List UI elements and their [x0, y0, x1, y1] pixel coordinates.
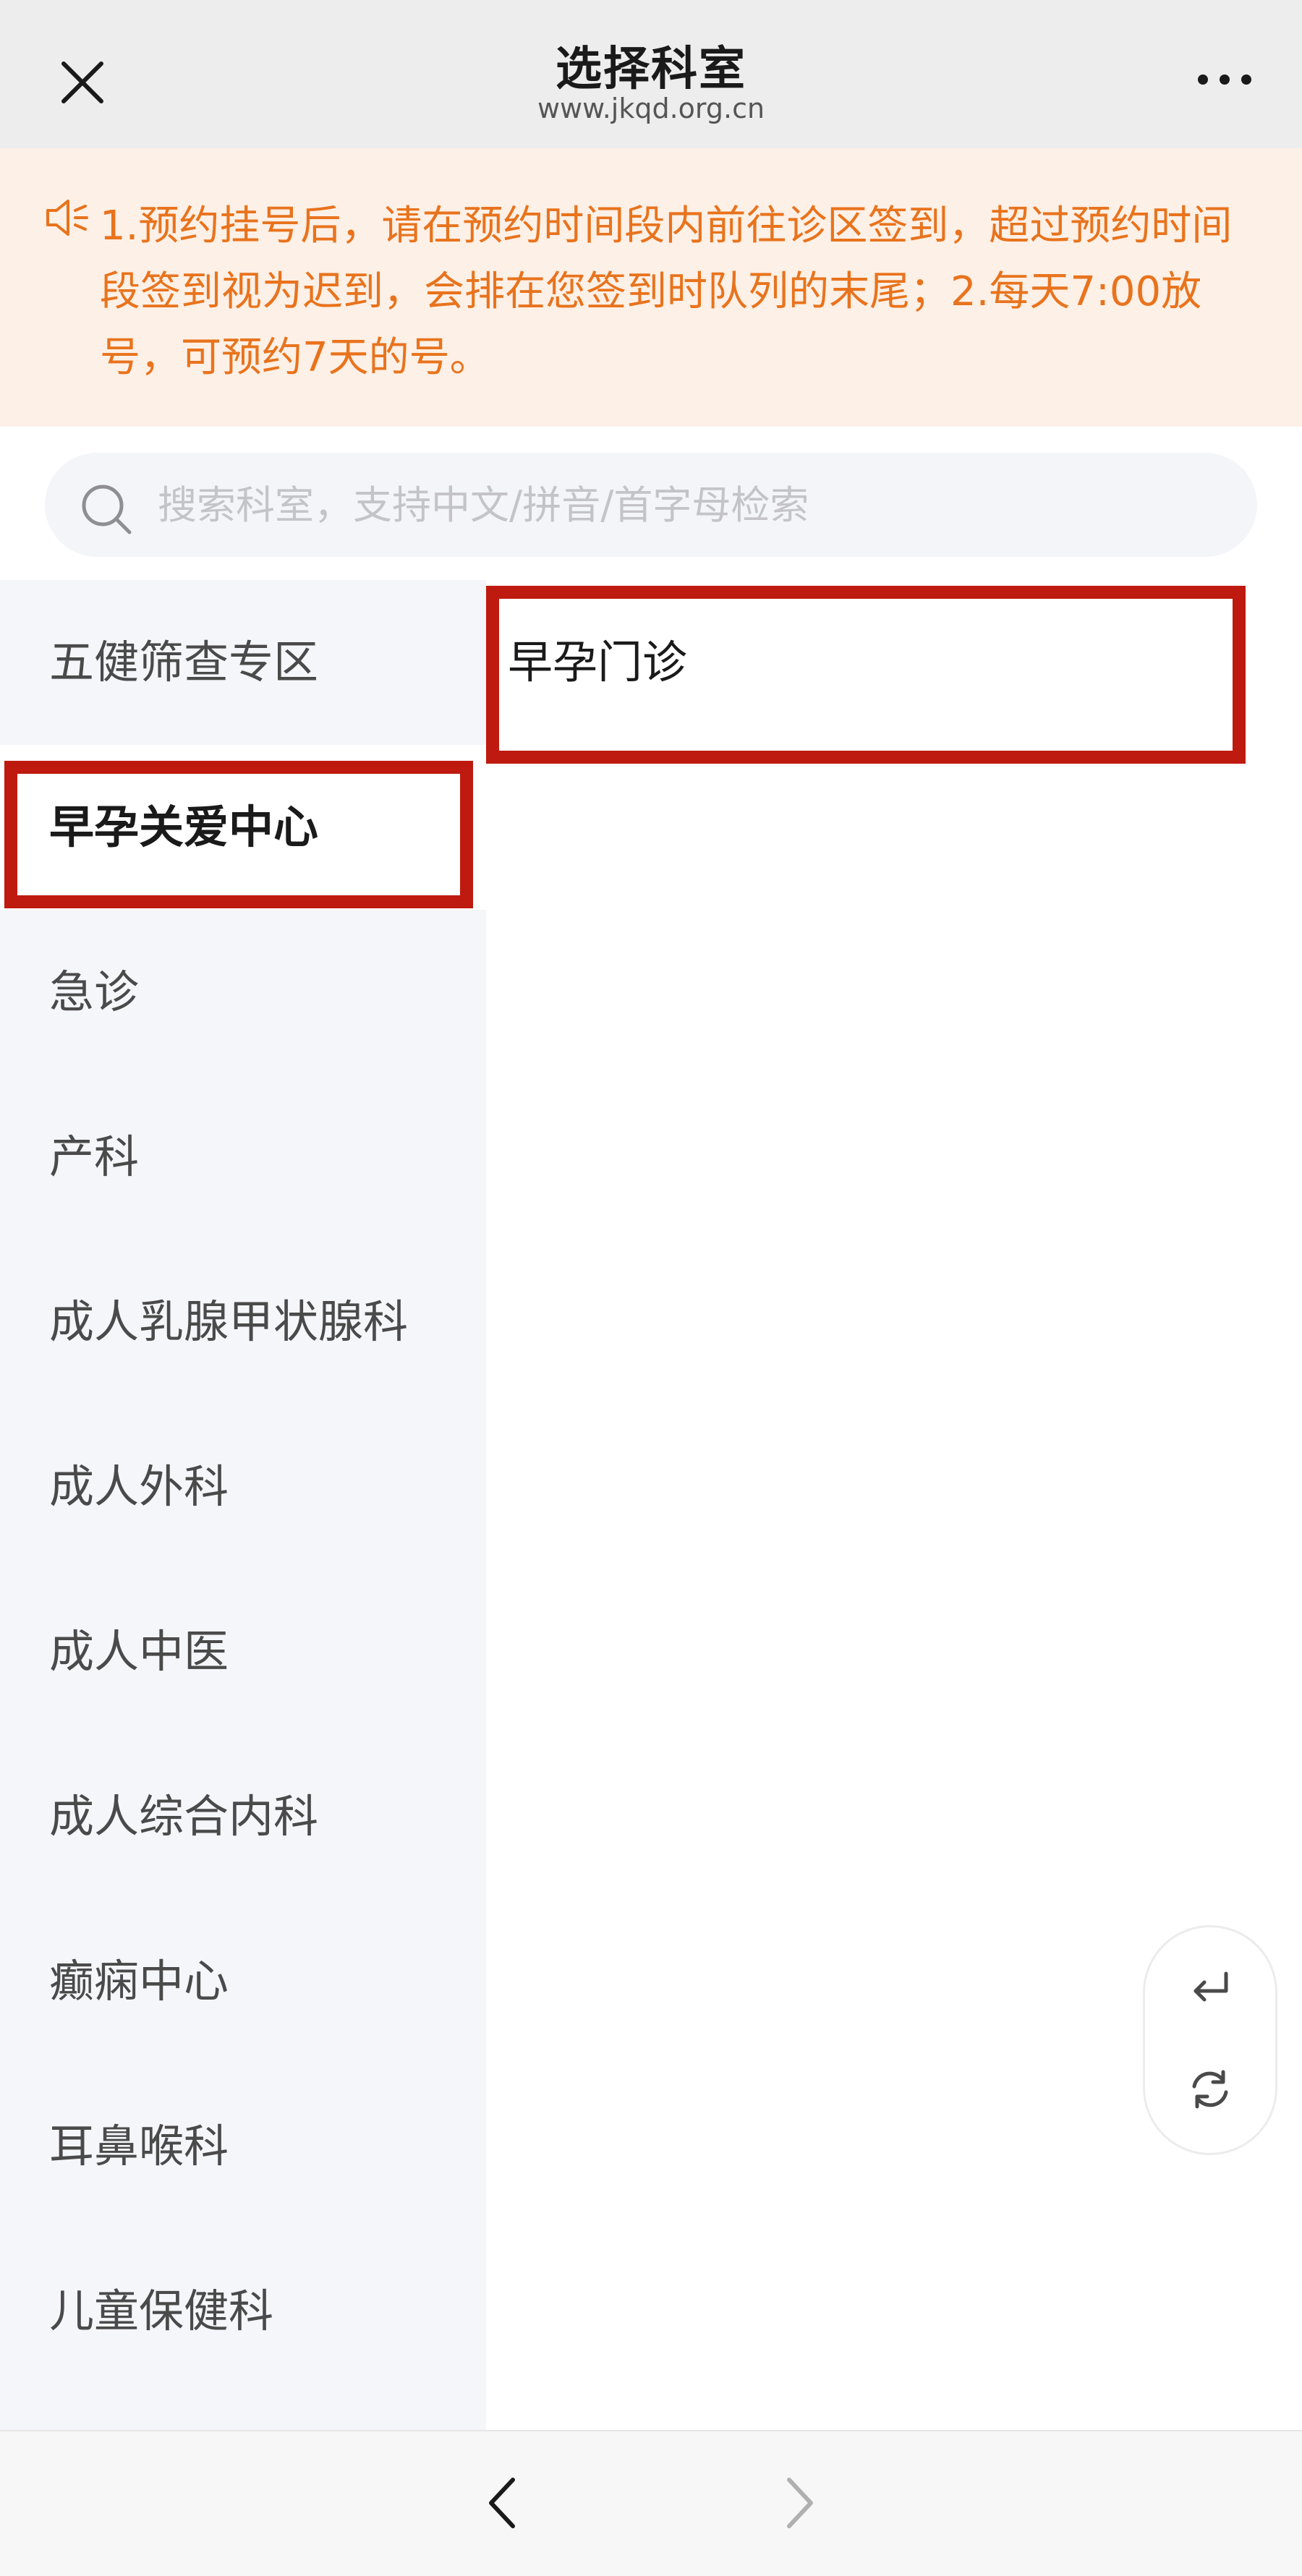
sidebar-item-label: 癫痫中心	[49, 1955, 229, 2008]
more-icon	[1198, 74, 1251, 85]
sidebar-item-label: 耳鼻喉科	[49, 2120, 229, 2172]
page-title: 选择科室	[556, 43, 746, 96]
sidebar-item-early-pregnancy-center[interactable]: 早孕关爱中心	[0, 745, 486, 910]
sidebar-item-adult-tcm[interactable]: 成人中医	[0, 1569, 486, 1734]
sidebar-item-child-healthcare[interactable]: 儿童保健科	[0, 2229, 486, 2394]
floating-toolbar	[1143, 1925, 1277, 2155]
return-icon	[1194, 1971, 1228, 2002]
notice-text: 1.预约挂号后，请在预约时间段内前往诊区签到，超过预约时间段签到视为迟到，会排在…	[100, 202, 1233, 381]
sidebar-item-label: 产科	[49, 1130, 140, 1183]
sidebar-item-obstetrics[interactable]: 产科	[0, 1075, 486, 1240]
page-url: www.jkqd.org.cn	[537, 93, 765, 124]
back-button[interactable]	[463, 2463, 542, 2543]
sidebar-item-wujian-screening[interactable]: 五健筛查专区	[0, 580, 486, 745]
more-button[interactable]	[1185, 51, 1264, 108]
search-section	[0, 427, 1302, 580]
refresh-button[interactable]	[1173, 2052, 1248, 2127]
search-icon	[82, 485, 132, 534]
sidebar-item-label: 早孕关爱中心	[49, 801, 319, 853]
sidebar-item-emergency[interactable]: 急诊	[0, 910, 486, 1075]
sidebar-item-label: 成人外科	[49, 1460, 229, 1513]
department-item-early-pregnancy-clinic[interactable]: 早孕门诊	[486, 580, 1241, 745]
sidebar-item-epilepsy-center[interactable]: 癫痫中心	[0, 1899, 486, 2064]
forward-button[interactable]	[760, 2463, 839, 2543]
notice-banner: 1.预约挂号后，请在预约时间段内前往诊区签到，超过预约时间段签到视为迟到，会排在…	[0, 148, 1302, 427]
sidebar-item-breast-thyroid[interactable]: 成人乳腺甲状腺科	[0, 1240, 486, 1404]
sidebar-item-label: 急诊	[49, 965, 140, 1018]
bottom-navigation-bar	[0, 2430, 1302, 2576]
sidebar-item-label: 儿童保健科	[49, 2285, 274, 2337]
category-sidebar: 五健筛查专区 早孕关爱中心 急诊 产科 成人乳腺甲状腺科 成人外科 成人中医 成…	[0, 580, 486, 2430]
sidebar-item-label: 成人综合内科	[49, 1790, 319, 1843]
speaker-icon	[46, 200, 88, 236]
sidebar-item-adult-surgery[interactable]: 成人外科	[0, 1404, 486, 1569]
sidebar-item-label: 成人乳腺甲状腺科	[49, 1295, 409, 1348]
return-button[interactable]	[1173, 1952, 1248, 2027]
sidebar-item-adult-internal-medicine[interactable]: 成人综合内科	[0, 1734, 486, 1899]
search-bar[interactable]	[45, 453, 1257, 557]
chevron-left-icon	[489, 2478, 515, 2528]
refresh-icon	[1192, 2070, 1228, 2109]
search-input[interactable]	[158, 453, 1228, 557]
chevron-right-icon	[787, 2478, 813, 2528]
sidebar-item-label: 五健筛查专区	[49, 636, 319, 688]
sidebar-item-label: 成人中医	[49, 1625, 229, 1678]
department-list: 早孕门诊	[486, 580, 1302, 2430]
top-navigation-bar: 选择科室 www.jkqd.org.cn	[0, 0, 1302, 148]
sidebar-item-ent[interactable]: 耳鼻喉科	[0, 2064, 486, 2229]
department-item-label: 早孕门诊	[508, 636, 688, 688]
